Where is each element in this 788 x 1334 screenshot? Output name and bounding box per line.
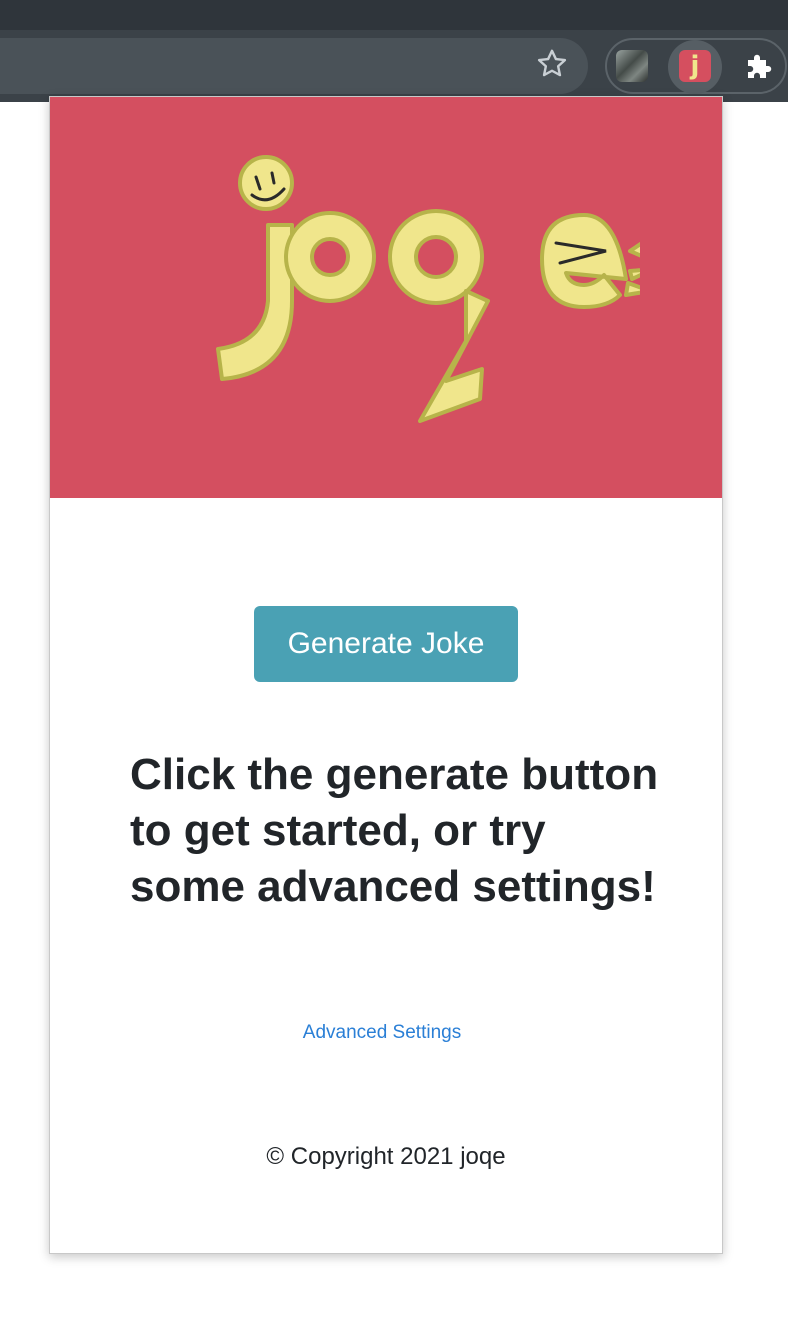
photo-extension-icon[interactable]	[616, 50, 648, 82]
generate-joke-button[interactable]: Generate Joke	[254, 606, 518, 682]
advanced-settings-link[interactable]: Advanced Settings	[50, 1022, 714, 1044]
joqe-extension-icon[interactable]: j	[679, 50, 711, 82]
extension-popup: Generate Joke Click the generate button …	[49, 96, 723, 1254]
hero-banner	[50, 97, 722, 498]
address-bar[interactable]	[0, 38, 588, 94]
browser-toolbar: j	[0, 30, 788, 102]
instructions-text: Click the generate button to get started…	[130, 750, 659, 911]
star-icon[interactable]	[534, 46, 570, 82]
joqe-logo	[216, 155, 640, 423]
puzzle-icon[interactable]	[742, 48, 778, 84]
browser-top-bar	[0, 0, 788, 30]
copyright-footer: © Copyright 2021 joqe	[266, 1143, 506, 1170]
